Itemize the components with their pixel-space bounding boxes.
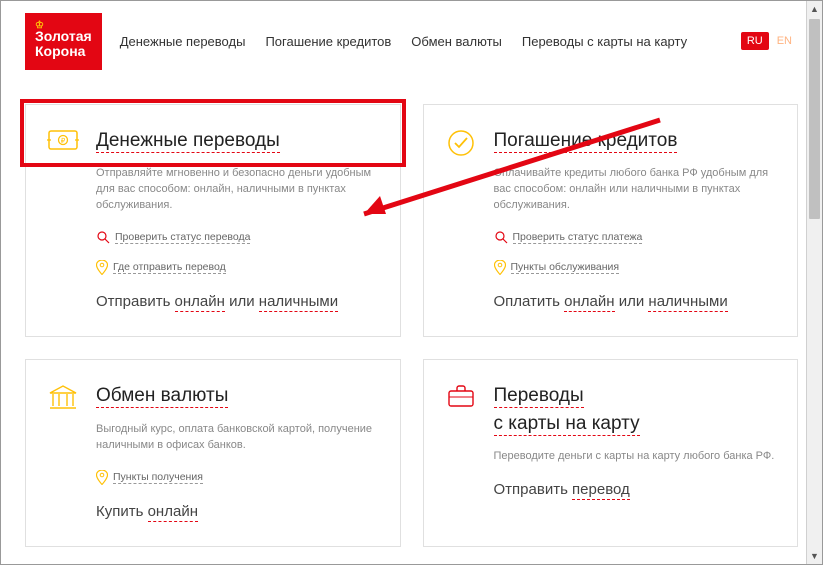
- main-nav: Денежные переводы Погашение кредитов Обм…: [120, 34, 723, 49]
- checkmark-icon: [444, 127, 478, 310]
- action-pay-credit[interactable]: Оплатить онлайн или наличными: [494, 293, 778, 310]
- card-currency-exchange: Обмен валюты Выгодный курс, оплата банко…: [25, 359, 401, 546]
- action-send-card-transfer[interactable]: Отправить перевод: [494, 481, 778, 498]
- card-title[interactable]: Денежные переводы: [96, 130, 280, 153]
- header: ♔ Золотая Корона Денежные переводы Погаш…: [25, 13, 798, 70]
- action-buy-currency[interactable]: Купить онлайн: [96, 503, 380, 520]
- card-title[interactable]: Погашение кредитов: [494, 130, 678, 153]
- search-icon: [494, 230, 508, 244]
- link-service-points[interactable]: Пункты обслуживания: [494, 260, 620, 275]
- link-check-transfer-status[interactable]: Проверить статус перевода: [96, 230, 250, 244]
- card-description: Выгодный курс, оплата банковской картой,…: [96, 422, 380, 454]
- scroll-down-button[interactable]: ▼: [807, 548, 822, 564]
- nav-currency-exchange[interactable]: Обмен валюты: [411, 34, 502, 49]
- card-card-to-card: Переводы с карты на карту Переводите ден…: [423, 359, 799, 546]
- card-money-transfers: ₽ Денежные переводы Отправляйте мгновенн…: [25, 104, 401, 337]
- scroll-thumb[interactable]: [809, 19, 820, 219]
- link-pickup-points[interactable]: Пункты получения: [96, 470, 203, 485]
- card-title-line1[interactable]: Переводы: [494, 385, 584, 408]
- card-description: Переводите деньги с карты на карту любог…: [494, 449, 778, 465]
- nav-loan-repayment[interactable]: Погашение кредитов: [265, 34, 391, 49]
- card-description: Отправляйте мгновенно и безопасно деньги…: [96, 166, 380, 214]
- money-transfer-icon: ₽: [46, 127, 80, 310]
- svg-text:₽: ₽: [61, 137, 66, 145]
- services-grid: ₽ Денежные переводы Отправляйте мгновенн…: [25, 104, 798, 547]
- card-description: Оплачивайте кредиты любого банка РФ удоб…: [494, 166, 778, 214]
- location-icon: [494, 260, 506, 275]
- lang-ru-button[interactable]: RU: [741, 32, 769, 50]
- language-switcher: RU EN: [741, 32, 798, 50]
- location-icon: [96, 470, 108, 485]
- link-where-to-send[interactable]: Где отправить перевод: [96, 260, 226, 275]
- nav-card-to-card[interactable]: Переводы с карты на карту: [522, 34, 687, 49]
- scroll-up-button[interactable]: ▲: [807, 1, 822, 17]
- card-title-line2[interactable]: с карты на карту: [494, 413, 640, 436]
- card-loan-repayment: Погашение кредитов Оплачивайте кредиты л…: [423, 104, 799, 337]
- action-send-transfer[interactable]: Отправить онлайн или наличными: [96, 293, 380, 310]
- card-title[interactable]: Обмен валюты: [96, 385, 228, 408]
- briefcase-icon: [444, 382, 478, 498]
- nav-money-transfers[interactable]: Денежные переводы: [120, 34, 246, 49]
- bank-icon: [46, 382, 80, 519]
- logo[interactable]: ♔ Золотая Корона: [25, 13, 102, 70]
- lang-en-button[interactable]: EN: [771, 32, 798, 50]
- scrollbar[interactable]: ▲ ▼: [806, 1, 822, 564]
- logo-line1: Золотая: [35, 29, 92, 44]
- logo-line2: Корона: [35, 44, 92, 59]
- search-icon: [96, 230, 110, 244]
- location-icon: [96, 260, 108, 275]
- link-check-payment-status[interactable]: Проверить статус платежа: [494, 230, 643, 244]
